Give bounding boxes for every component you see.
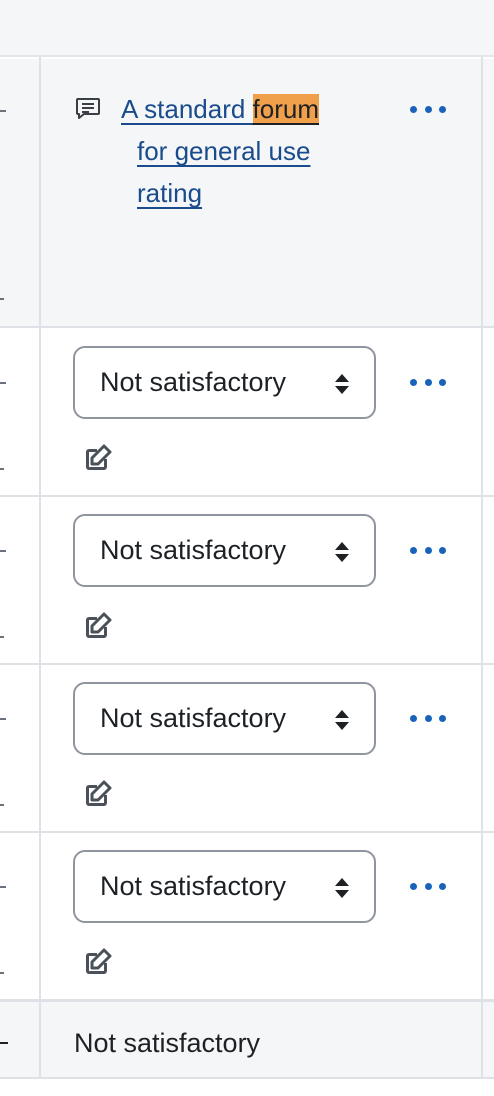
- left-column-stub: [0, 886, 6, 888]
- left-column-stub: [0, 298, 4, 300]
- row-more-actions-icon[interactable]: [410, 713, 446, 723]
- overall-average-row: Not satisfactory: [0, 999, 494, 1079]
- left-column-stub: [0, 804, 4, 806]
- column-divider: [39, 57, 41, 1079]
- edit-feedback-icon[interactable]: [82, 444, 112, 474]
- forum-title-link[interactable]: A standard forum for general use rating: [121, 88, 361, 214]
- forum-link-line3[interactable]: rating: [137, 178, 202, 208]
- forum-link-line2[interactable]: for general use: [137, 136, 310, 166]
- select-caret-icon: [335, 542, 349, 562]
- left-column-stub: [0, 636, 4, 638]
- row-more-actions-icon[interactable]: [410, 377, 446, 387]
- left-column-dash: [0, 1042, 8, 1044]
- table-top-strip: [0, 0, 494, 57]
- grade-select-value: Not satisfactory: [100, 703, 287, 733]
- forum-link-prefix: A standard: [121, 94, 253, 124]
- left-column-stub: [0, 718, 6, 720]
- row-more-actions-icon[interactable]: [410, 545, 446, 555]
- grade-select[interactable]: Not satisfactory: [73, 850, 376, 923]
- search-highlight: forum: [252, 94, 320, 124]
- header-more-actions-icon[interactable]: [410, 104, 446, 114]
- grade-select[interactable]: Not satisfactory: [73, 514, 376, 587]
- grade-select-value: Not satisfactory: [100, 535, 287, 565]
- left-column-stub: [0, 110, 6, 112]
- grade-select[interactable]: Not satisfactory: [73, 346, 376, 419]
- forum-discussion-icon: [76, 98, 100, 119]
- left-column-stub: [0, 550, 6, 552]
- select-caret-icon: [335, 374, 349, 394]
- grade-select[interactable]: Not satisfactory: [73, 682, 376, 755]
- select-caret-icon: [335, 878, 349, 898]
- grade-select-value: Not satisfactory: [100, 367, 287, 397]
- left-column-stub: [0, 468, 4, 470]
- left-column-stub: [0, 972, 4, 974]
- row-more-actions-icon[interactable]: [410, 881, 446, 891]
- edit-feedback-icon[interactable]: [82, 948, 112, 978]
- grade-select-value: Not satisfactory: [100, 871, 287, 901]
- overall-grade-value: Not satisfactory: [74, 1028, 261, 1058]
- edit-feedback-icon[interactable]: [82, 780, 112, 810]
- select-caret-icon: [335, 710, 349, 730]
- column-divider: [481, 57, 483, 1079]
- edit-feedback-icon[interactable]: [82, 612, 112, 642]
- forum-link-text[interactable]: A standard forum: [121, 94, 320, 124]
- left-column-stub: [0, 382, 6, 384]
